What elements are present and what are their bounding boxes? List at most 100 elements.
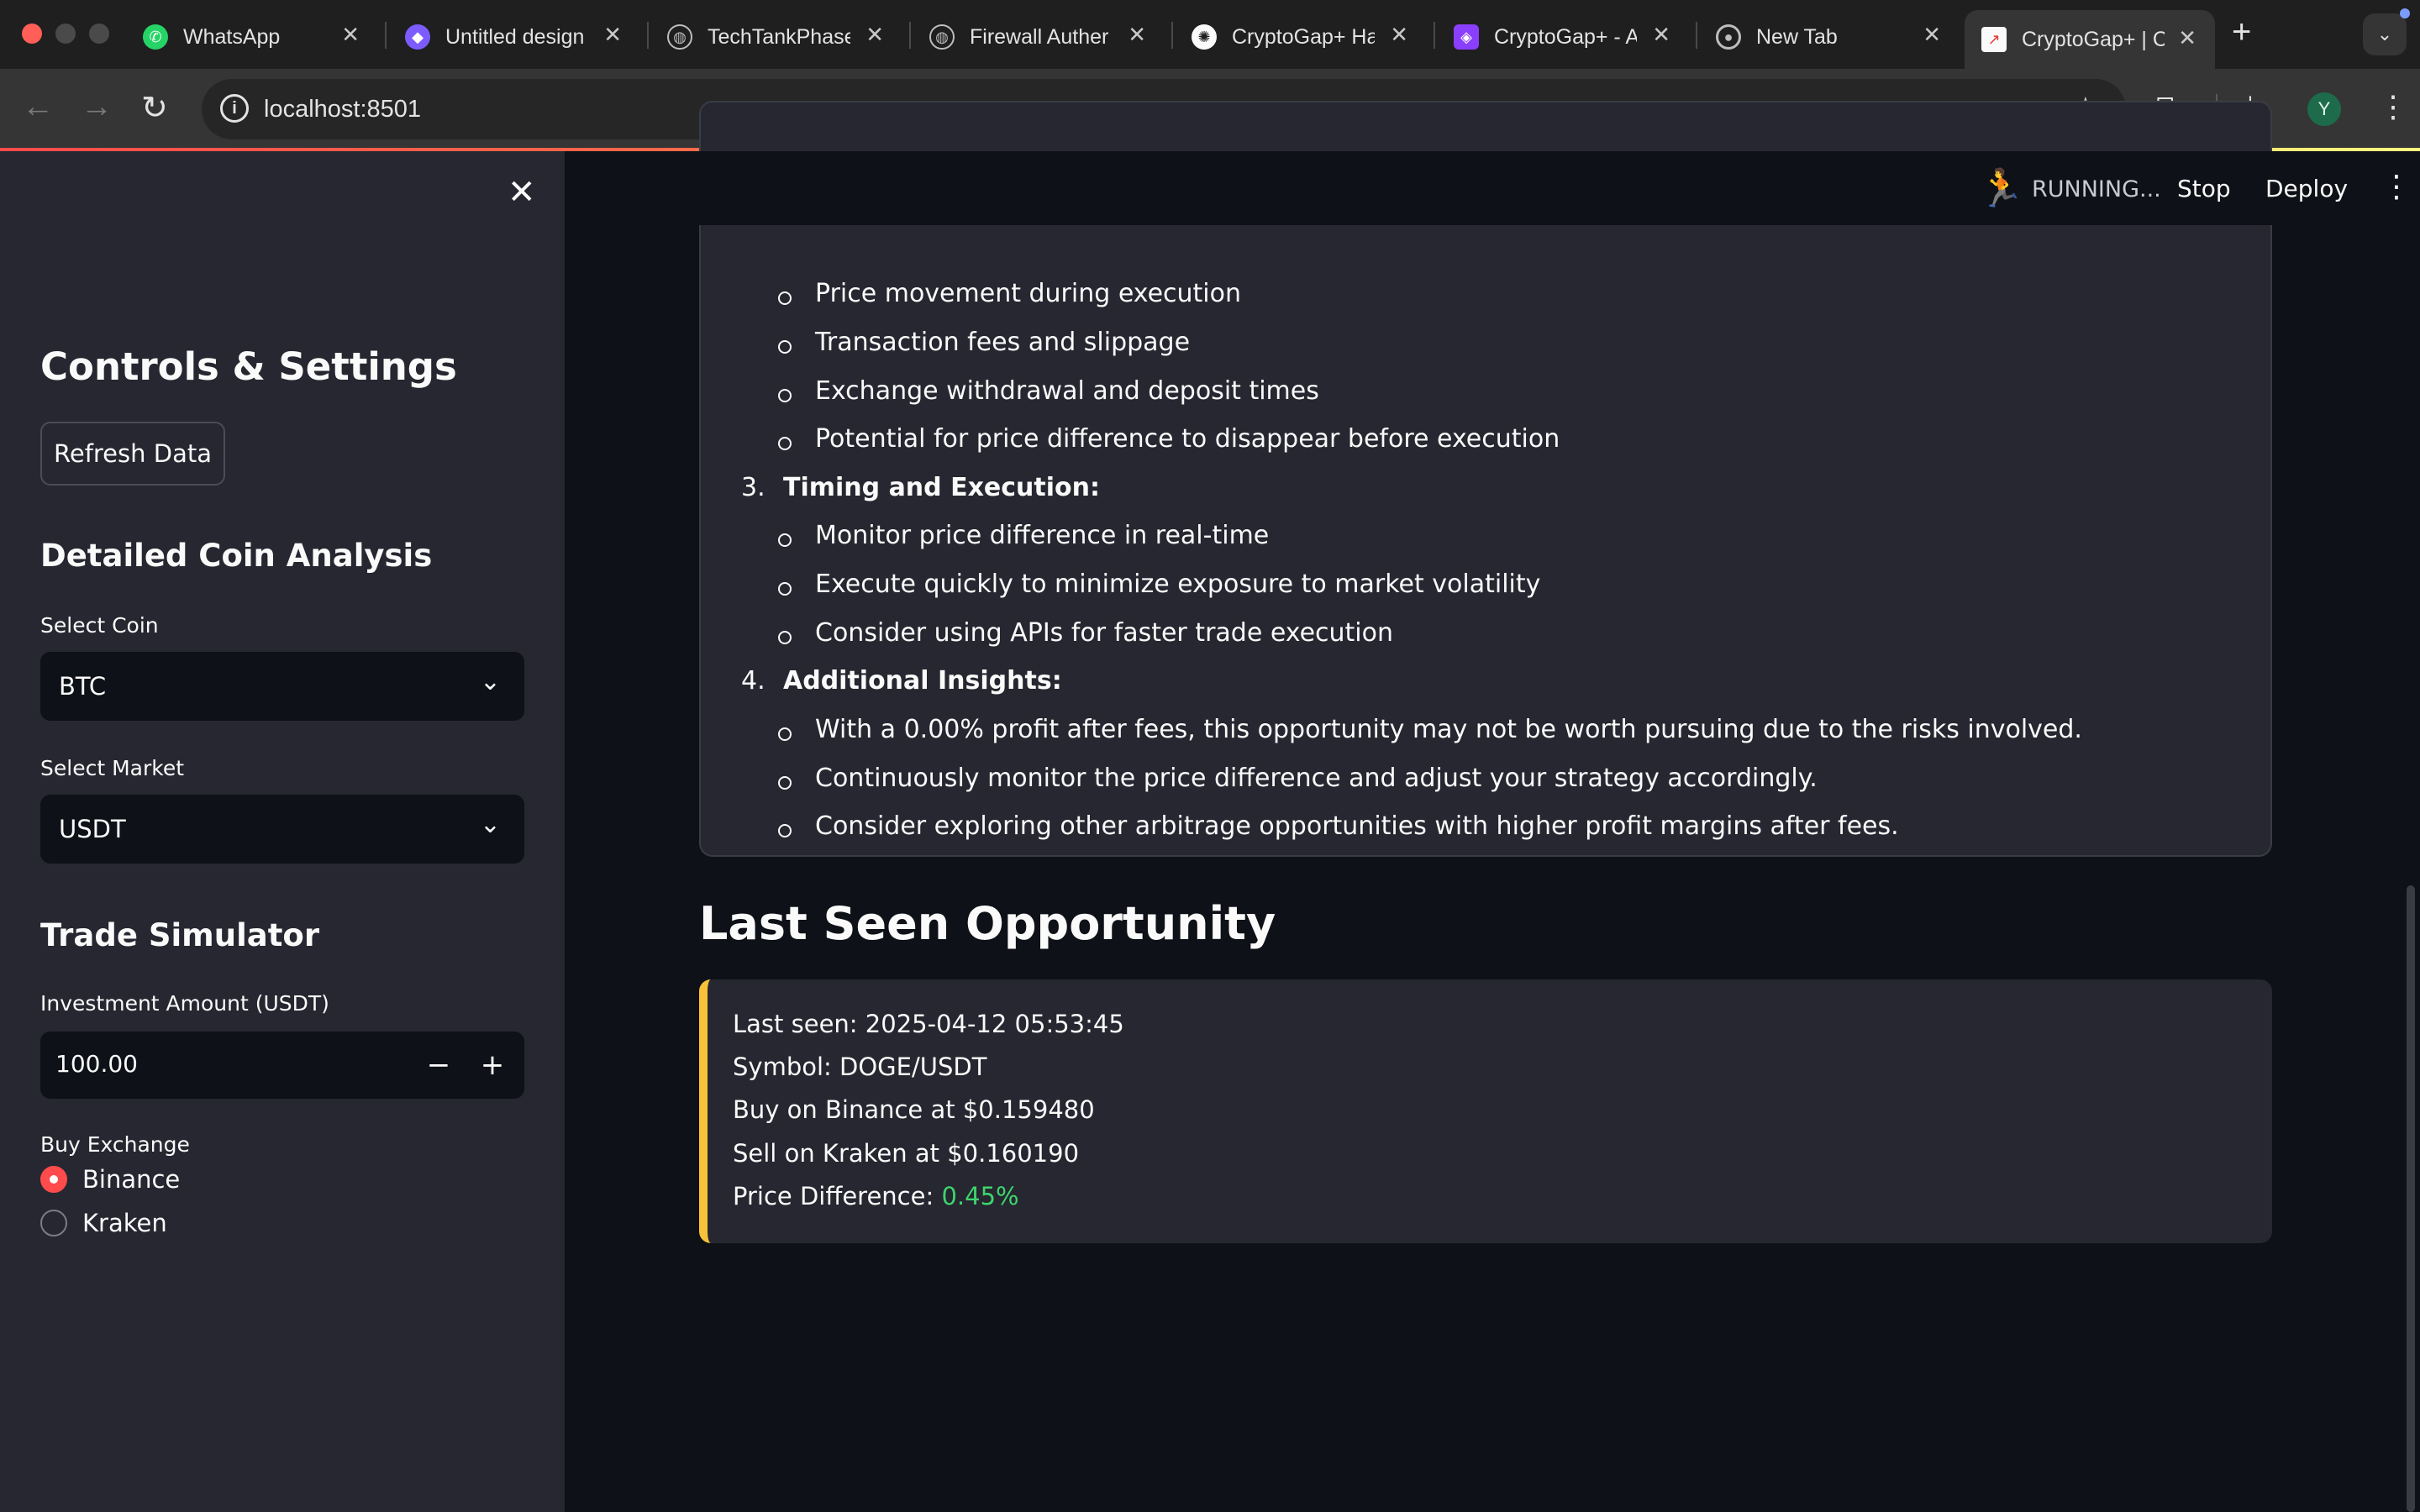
- tab-title: Untitled design: [445, 24, 585, 49]
- close-icon[interactable]: ✕: [1128, 22, 1146, 48]
- tab-divider: [647, 22, 649, 49]
- select-market-value: USDT: [59, 815, 126, 843]
- increment-plus-icon[interactable]: +: [469, 1043, 516, 1087]
- browser-tab-techtank[interactable]: ◍ TechTankPhase ✕: [650, 12, 902, 62]
- select-coin-label: Select Coin: [40, 613, 159, 638]
- deploy-button[interactable]: Deploy: [2265, 175, 2348, 202]
- window-close-control[interactable]: [22, 24, 42, 44]
- close-icon[interactable]: ✕: [603, 22, 622, 48]
- list-item: Transaction fees and slippage: [777, 328, 1191, 357]
- close-icon[interactable]: ✕: [341, 22, 360, 48]
- list-item: Monitor price difference in real-time: [777, 521, 1270, 550]
- tab-divider: [385, 22, 387, 49]
- last-seen-price-difference: Price Difference: 0.45%: [733, 1182, 1019, 1210]
- forward-arrow-icon[interactable]: →: [81, 89, 113, 125]
- radio-kraken[interactable]: Kraken: [40, 1206, 167, 1240]
- close-icon[interactable]: ✕: [1652, 22, 1670, 48]
- chevron-down-icon: ⌄: [479, 810, 501, 839]
- price-difference-value: 0.45%: [941, 1182, 1019, 1210]
- tab-title: Firewall Auther: [970, 24, 1109, 49]
- last-seen-sell: Sell on Kraken at $0.160190: [733, 1139, 1080, 1168]
- browser-tab-cryptogap-active[interactable]: ↗ CryptoGap+ | C ✕: [1965, 10, 2215, 69]
- tab-divider: [909, 22, 911, 49]
- browser-tab-whatsapp[interactable]: ✆ WhatsApp ✕: [126, 12, 378, 62]
- last-seen-buy: Buy on Binance at $0.159480: [733, 1095, 1095, 1124]
- reload-icon[interactable]: ↻: [141, 89, 168, 127]
- app-menu-kebab-icon[interactable]: ⋮: [2381, 170, 2412, 204]
- new-tab-plus-icon[interactable]: +: [2232, 13, 2251, 51]
- browser-tab-claude[interactable]: ◈ CryptoGap+ - A ✕: [1437, 12, 1689, 62]
- address-url[interactable]: localhost:8501: [264, 96, 421, 123]
- last-seen-heading: Last Seen Opportunity: [699, 897, 1276, 950]
- price-difference-label: Price Difference:: [733, 1182, 942, 1210]
- radio-unselected-icon[interactable]: [40, 1210, 67, 1236]
- browser-menu-kebab-icon[interactable]: ⋮: [2378, 89, 2408, 124]
- close-sidebar-icon[interactable]: ✕: [508, 173, 536, 212]
- stop-button[interactable]: Stop: [2177, 175, 2231, 202]
- tab-search-chevron-icon[interactable]: ⌄: [2363, 13, 2407, 55]
- chevron-down-icon: ⌄: [479, 667, 501, 696]
- profile-avatar[interactable]: Y: [2307, 92, 2341, 126]
- close-icon[interactable]: ✕: [2178, 25, 2196, 51]
- sidebar: ✕ Controls & Settings Refresh Data Detai…: [0, 151, 565, 1512]
- claude-icon: ◈: [1454, 24, 1479, 50]
- browser-tab-chatgpt[interactable]: ✺ CryptoGap+ Ha ✕: [1175, 12, 1427, 62]
- browser-tab-canva[interactable]: ◆ Untitled design ✕: [388, 12, 640, 62]
- window-zoom-control[interactable]: [89, 24, 109, 44]
- running-status: RUNNING...: [2032, 176, 2161, 202]
- main-content: Price movement during execution Transact…: [565, 101, 2420, 1512]
- browser-tab-firewall[interactable]: ◍ Firewall Auther ✕: [913, 12, 1165, 62]
- notification-dot: [2400, 8, 2410, 18]
- tab-title: CryptoGap+ | C: [2022, 27, 2165, 51]
- last-seen-timestamp: Last seen: 2025-04-12 05:53:45: [733, 1010, 1124, 1038]
- list-item: Consider exploring other arbitrage oppor…: [778, 811, 1899, 841]
- radio-selected-icon[interactable]: [40, 1166, 67, 1193]
- buy-exchange-label: Buy Exchange: [40, 1132, 190, 1157]
- window-minimize-control[interactable]: [55, 24, 76, 44]
- list-item: Continuously monitor the price differenc…: [778, 764, 1818, 793]
- list-item: Price movement during execution: [777, 279, 1242, 308]
- tab-divider: [1434, 22, 1435, 49]
- radio-binance[interactable]: Binance: [40, 1163, 180, 1196]
- close-icon[interactable]: ✕: [1923, 22, 1941, 48]
- openai-icon: ✺: [1192, 24, 1217, 50]
- tab-divider: [1171, 22, 1173, 49]
- select-coin-dropdown[interactable]: BTC ⌄: [40, 652, 524, 721]
- trade-simulator-heading: Trade Simulator: [40, 917, 320, 953]
- investment-amount-value[interactable]: 100.00: [55, 1050, 138, 1078]
- close-icon[interactable]: ✕: [1390, 22, 1408, 48]
- select-market-label: Select Market: [40, 756, 185, 780]
- investment-amount-label: Investment Amount (USDT): [40, 991, 329, 1016]
- list-item: Execute quickly to minimize exposure to …: [777, 570, 1541, 599]
- sidebar-title: Controls & Settings: [40, 344, 457, 389]
- list-number: 4.: [741, 666, 765, 696]
- list-number: 3.: [741, 473, 765, 502]
- canva-icon: ◆: [405, 24, 430, 50]
- back-arrow-icon[interactable]: ←: [22, 89, 54, 125]
- numbered-heading-text: Timing and Execution:: [783, 473, 1101, 502]
- tab-title: CryptoGap+ - A: [1494, 24, 1637, 49]
- browser-tab-newtab[interactable]: ● New Tab ✕: [1699, 12, 1960, 62]
- refresh-data-button[interactable]: Refresh Data: [40, 422, 225, 486]
- site-info-icon[interactable]: i: [220, 94, 249, 123]
- select-market-dropdown[interactable]: USDT ⌄: [40, 795, 524, 864]
- decrement-minus-icon[interactable]: −: [415, 1043, 462, 1087]
- list-item: Exchange withdrawal and deposit times: [778, 376, 1319, 406]
- numbered-heading: 3. Timing and Execution:: [741, 473, 1100, 502]
- main-scrollbar[interactable]: [2407, 885, 2415, 1512]
- investment-amount-input[interactable]: 100.00 − +: [40, 1032, 524, 1099]
- whatsapp-icon: ✆: [143, 24, 168, 50]
- select-coin-value: BTC: [59, 672, 107, 701]
- tab-title: TechTankPhase: [708, 24, 850, 49]
- list-item: With a 0.00% profit after fees, this opp…: [778, 715, 2082, 744]
- list-item: Consider using APIs for faster trade exe…: [777, 618, 1394, 648]
- radio-label: Binance: [82, 1165, 181, 1194]
- browser-tab-strip: ✆ WhatsApp ✕ ◆ Untitled design ✕ ◍ TechT…: [0, 0, 2420, 69]
- tab-divider: [1696, 22, 1697, 49]
- radio-label: Kraken: [82, 1209, 167, 1237]
- globe-icon: ◍: [929, 24, 955, 50]
- coin-analysis-heading: Detailed Coin Analysis: [40, 538, 433, 574]
- running-figure-icon: 🏃: [1978, 167, 2024, 210]
- last-seen-callout: Last seen: 2025-04-12 05:53:45 Symbol: D…: [699, 979, 2272, 1243]
- close-icon[interactable]: ✕: [865, 22, 884, 48]
